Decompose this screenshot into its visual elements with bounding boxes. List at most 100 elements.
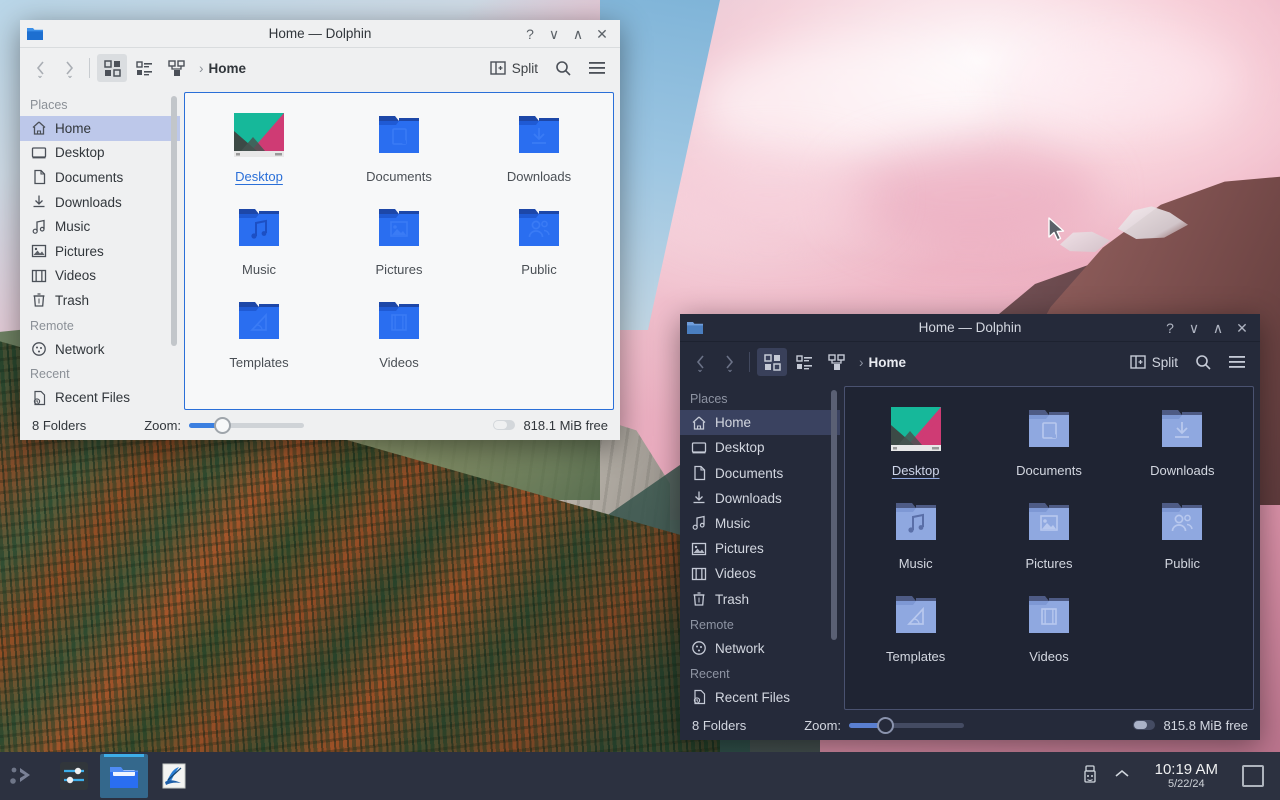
file-item-documents[interactable]: Documents (329, 103, 469, 188)
toolbar[interactable]: › Home Split (680, 342, 1260, 382)
places-panel[interactable]: Places Home Desktop Documents Downloads … (20, 88, 180, 410)
places-scrollbar[interactable] (171, 96, 177, 346)
file-item-videos[interactable]: Videos (982, 583, 1115, 668)
file-item-desktop[interactable]: Desktop (849, 397, 982, 482)
zoom-slider-handle[interactable] (877, 717, 894, 734)
view-details-button[interactable] (821, 348, 851, 376)
minimize-button[interactable]: ∨ (1182, 316, 1206, 340)
show-desktop-button[interactable] (1242, 765, 1264, 787)
sidebar-item-desktop[interactable]: Desktop (20, 141, 180, 166)
hamburger-menu-icon[interactable] (582, 54, 612, 82)
search-icon[interactable] (548, 54, 578, 82)
breadcrumb[interactable]: › Home (199, 61, 246, 76)
close-button[interactable]: ✕ (590, 22, 614, 46)
item-count: 8 Folders (692, 718, 746, 733)
sidebar-item-network[interactable]: Network (680, 636, 840, 661)
file-view[interactable]: Desktop (184, 92, 614, 410)
sidebar-item-pictures[interactable]: Pictures (680, 536, 840, 561)
titlebar[interactable]: Home — Dolphin ? ∨ ∧ ✕ (680, 314, 1260, 342)
dolphin-window-light[interactable]: Home — Dolphin ? ∨ ∧ ✕ (20, 20, 620, 440)
breadcrumb-current[interactable]: Home (869, 355, 907, 370)
file-item-public[interactable]: Public (1116, 490, 1249, 575)
sidebar-item-desktop[interactable]: Desktop (680, 435, 840, 460)
window-controls[interactable]: ? ∨ ∧ ✕ (1158, 316, 1254, 340)
task-list[interactable] (46, 754, 198, 798)
sidebar-item-trash[interactable]: Trash (20, 288, 180, 313)
system-tray[interactable]: 10:19 AM 5/22/24 (1081, 762, 1280, 791)
sidebar-item-trash[interactable]: Trash (680, 586, 840, 611)
maximize-button[interactable]: ∧ (566, 22, 590, 46)
sidebar-item-pictures[interactable]: Pictures (20, 239, 180, 264)
breadcrumb[interactable]: › Home (859, 355, 906, 370)
minimize-button[interactable]: ∨ (542, 22, 566, 46)
hamburger-menu-icon[interactable] (1222, 348, 1252, 376)
forward-button[interactable] (716, 348, 742, 376)
chevron-up-icon[interactable] (1113, 767, 1131, 785)
help-button[interactable]: ? (518, 22, 542, 46)
toolbar-right[interactable]: Split (1124, 348, 1252, 376)
file-item-templates[interactable]: Templates (189, 289, 329, 374)
sidebar-item-downloads[interactable]: Downloads (680, 486, 840, 511)
zoom-slider-handle[interactable] (214, 417, 231, 434)
sidebar-item-network[interactable]: Network (20, 337, 180, 362)
view-details-button[interactable] (161, 54, 191, 82)
sidebar-item-recent-files[interactable]: Recent Files (680, 685, 840, 710)
sidebar-item-videos[interactable]: Videos (20, 264, 180, 289)
file-item-music[interactable]: Music (849, 490, 982, 575)
toolbar[interactable]: › Home Split (20, 48, 620, 88)
sidebar-item-downloads[interactable]: Downloads (20, 190, 180, 215)
split-button[interactable]: Split (484, 54, 544, 82)
file-item-downloads[interactable]: Downloads (1116, 397, 1249, 482)
search-icon[interactable] (1188, 348, 1218, 376)
taskbar-panel[interactable]: 10:19 AM 5/22/24 (0, 752, 1280, 800)
file-item-label: Documents (1013, 463, 1085, 478)
file-item-pictures[interactable]: Pictures (329, 196, 469, 281)
breadcrumb-current[interactable]: Home (209, 61, 247, 76)
sidebar-item-videos[interactable]: Videos (680, 561, 840, 586)
forward-button[interactable] (56, 54, 82, 82)
file-item-documents[interactable]: Documents (982, 397, 1115, 482)
view-icons-button[interactable] (97, 54, 127, 82)
task-kate[interactable] (150, 754, 198, 798)
view-icons-button[interactable] (757, 348, 787, 376)
sidebar-item-recent-files[interactable]: Recent Files (20, 385, 180, 410)
sidebar-item-music[interactable]: Music (680, 511, 840, 536)
sidebar-item-label: Videos (715, 566, 756, 581)
application-launcher-icon[interactable] (0, 752, 46, 800)
toolbar-right[interactable]: Split (484, 54, 612, 82)
sidebar-item-label: Network (715, 641, 765, 656)
task-system-settings[interactable] (50, 754, 98, 798)
file-item-videos[interactable]: Videos (329, 289, 469, 374)
file-item-downloads[interactable]: Downloads (469, 103, 609, 188)
zoom-slider[interactable] (849, 723, 964, 728)
back-button[interactable] (688, 348, 714, 376)
sidebar-item-documents[interactable]: Documents (20, 165, 180, 190)
dolphin-window-dark[interactable]: Home — Dolphin ? ∨ ∧ ✕ (680, 314, 1260, 740)
task-dolphin[interactable] (100, 754, 148, 798)
maximize-button[interactable]: ∧ (1206, 316, 1230, 340)
file-item-music[interactable]: Music (189, 196, 329, 281)
sidebar-item-music[interactable]: Music (20, 214, 180, 239)
help-button[interactable]: ? (1158, 316, 1182, 340)
back-button[interactable] (28, 54, 54, 82)
file-item-pictures[interactable]: Pictures (982, 490, 1115, 575)
sidebar-item-documents[interactable]: Documents (680, 460, 840, 485)
view-compact-button[interactable] (129, 54, 159, 82)
view-compact-button[interactable] (789, 348, 819, 376)
file-item-templates[interactable]: Templates (849, 583, 982, 668)
zoom-slider[interactable] (189, 423, 304, 428)
places-panel[interactable]: Places Home Desktop Documents Downloads … (680, 382, 840, 710)
close-button[interactable]: ✕ (1230, 316, 1254, 340)
places-scrollbar[interactable] (831, 390, 837, 640)
digital-clock[interactable]: 10:19 AM 5/22/24 (1145, 762, 1228, 791)
titlebar[interactable]: Home — Dolphin ? ∨ ∧ ✕ (20, 20, 620, 48)
split-button[interactable]: Split (1124, 348, 1184, 376)
file-item-public[interactable]: Public (469, 196, 609, 281)
file-view[interactable]: Desktop (844, 386, 1254, 710)
window-controls[interactable]: ? ∨ ∧ ✕ (518, 22, 614, 46)
usb-device-icon[interactable] (1081, 764, 1099, 789)
sidebar-item-home[interactable]: Home (20, 116, 180, 141)
sidebar-item-home[interactable]: Home (680, 410, 840, 435)
file-item-desktop[interactable]: Desktop (189, 103, 329, 188)
file-item-label: Music (896, 556, 936, 571)
